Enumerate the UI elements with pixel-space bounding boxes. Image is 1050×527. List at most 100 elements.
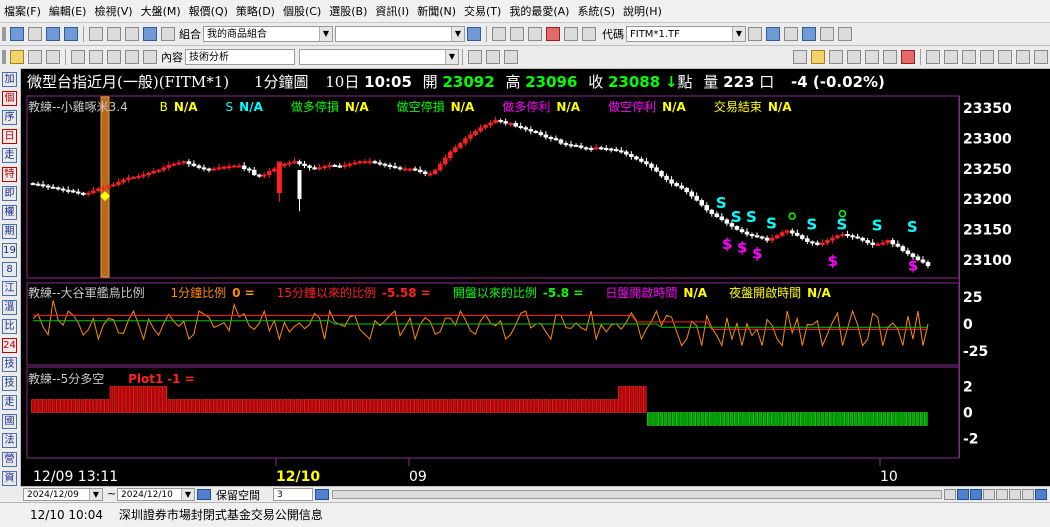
- ratio-tick-label: -25: [963, 344, 988, 360]
- trend-bar: [146, 386, 151, 413]
- candle: [45, 185, 51, 188]
- trend-bar: [473, 399, 478, 413]
- candles: [30, 116, 931, 269]
- trend-tick-label: 0: [963, 406, 973, 422]
- sell-signal-label: S: [837, 215, 848, 233]
- first-icon[interactable]: [983, 489, 995, 500]
- trend-bar: [907, 412, 912, 426]
- candle: [267, 170, 272, 176]
- candle: [141, 174, 146, 177]
- trend-bar: [523, 399, 527, 413]
- trend-bar: [130, 386, 134, 413]
- status-news[interactable]: 深圳證券市場封閉式基金交易公開信息: [119, 508, 323, 522]
- price-tick-label: 23300: [963, 131, 1012, 147]
- candle: [196, 165, 202, 168]
- trend-bar: [76, 399, 81, 413]
- candle: [111, 184, 116, 187]
- trend-bar: [564, 399, 568, 413]
- candle: [387, 164, 393, 167]
- plot1-label: Plot1: [128, 372, 164, 386]
- trend-bar: [795, 412, 800, 426]
- trend-bar: [419, 399, 424, 413]
- series-1min-ratio: [32, 300, 929, 348]
- trend-bar: [828, 412, 833, 426]
- trend-bar: [262, 399, 267, 413]
- trend-bar: [254, 399, 258, 413]
- horizontal-scrollbar[interactable]: [332, 490, 942, 499]
- last-icon[interactable]: [996, 489, 1008, 500]
- trend-bar: [787, 412, 792, 426]
- zoom-in-icon[interactable]: [970, 489, 982, 500]
- candle: [488, 122, 493, 126]
- trend-bar: [506, 399, 511, 413]
- price-tick-label: 23250: [963, 162, 1012, 178]
- axis-divider: [959, 96, 960, 458]
- scroll-left-icon[interactable]: [944, 489, 956, 500]
- chevron-down-icon[interactable]: ▼: [181, 489, 194, 500]
- candle: [151, 170, 156, 174]
- panel1-legend-value: N/A: [173, 100, 198, 114]
- trend-bar: [890, 412, 895, 426]
- candle: [432, 169, 438, 174]
- trend-bar: [762, 412, 767, 426]
- candle: [251, 169, 257, 176]
- trend-bar: [196, 399, 201, 413]
- trend-bar: [709, 412, 713, 426]
- date-from-select[interactable]: 2024/12/09 ▼: [23, 488, 103, 501]
- trend-bar: [717, 412, 721, 426]
- candle: [327, 164, 332, 167]
- next-icon[interactable]: [1022, 489, 1034, 500]
- trend-bar: [684, 412, 688, 426]
- trend-bar: [804, 412, 808, 426]
- candle: [76, 191, 81, 194]
- trend-bar: [494, 399, 498, 413]
- candle: [608, 148, 614, 151]
- trend-tick-label: -2: [963, 432, 979, 448]
- candle: [820, 242, 825, 245]
- trend-bar: [626, 386, 630, 413]
- reserve-go-button[interactable]: [315, 489, 329, 500]
- trend-bar: [266, 399, 271, 413]
- trend-bar: [597, 399, 602, 413]
- date-to-select[interactable]: 2024/12/10 ▼: [117, 488, 195, 501]
- settings-icon[interactable]: [1035, 489, 1047, 500]
- candle: [468, 134, 473, 139]
- reserve-input[interactable]: 3: [273, 488, 313, 501]
- trend-bar: [704, 412, 709, 426]
- trend-bar: [337, 399, 341, 413]
- chart-area[interactable]: 233502330023250232002315023100SS S S S S S S$ $…: [0, 0, 1050, 526]
- panel2-legend: 教練--大谷軍艦鳥比例 1分鐘比例 0 = 15分鐘以來的比例 -5.58 = 開盤以來…: [28, 284, 831, 301]
- trend-bar: [572, 399, 577, 413]
- trend-bar: [97, 399, 101, 413]
- go-button[interactable]: [197, 489, 211, 500]
- panel1-legend-label: S: [225, 100, 234, 114]
- trend-bar: [113, 386, 118, 413]
- trend-bar: [919, 412, 924, 426]
- candle: [231, 165, 237, 168]
- candle: [694, 195, 699, 201]
- time-axis-label: 10: [880, 469, 898, 485]
- candle: [342, 164, 347, 167]
- trend-bar: [423, 399, 428, 413]
- candle: [176, 162, 182, 165]
- candle: [779, 232, 785, 236]
- panel2-title: 教練--大谷軍艦鳥比例: [28, 286, 145, 300]
- trend-bar: [386, 399, 391, 413]
- trend-bar: [415, 399, 420, 413]
- candle: [669, 179, 674, 184]
- candle: [920, 259, 926, 263]
- candle: [332, 164, 337, 167]
- zoom-out-icon[interactable]: [957, 489, 969, 500]
- trend-bar: [535, 399, 540, 413]
- candle: [704, 204, 710, 211]
- panel3-title: 教練--5分多空: [28, 372, 105, 386]
- candle: [30, 183, 36, 186]
- plot1-value: -1 =: [167, 372, 195, 386]
- trend-bar: [465, 399, 469, 413]
- trend-bar: [775, 412, 779, 426]
- chevron-down-icon[interactable]: ▼: [89, 489, 102, 500]
- candle: [679, 185, 684, 189]
- candle: [241, 165, 247, 170]
- trend-bar: [700, 412, 705, 426]
- prev-icon[interactable]: [1009, 489, 1021, 500]
